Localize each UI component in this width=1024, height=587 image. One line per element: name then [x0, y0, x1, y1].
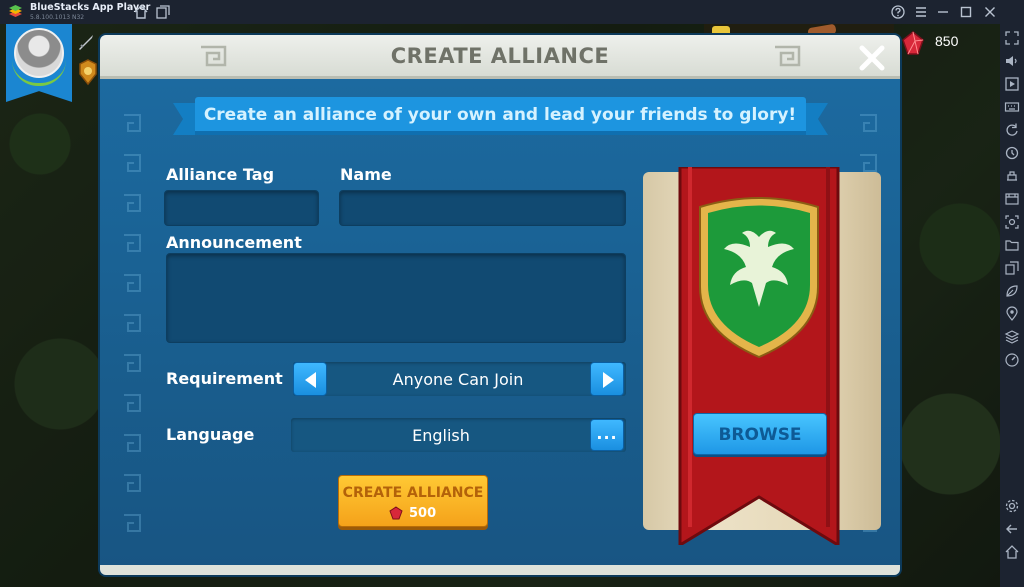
vip-medal-icon[interactable] — [76, 58, 100, 86]
help-icon[interactable] — [890, 4, 906, 20]
location-icon[interactable] — [1004, 306, 1020, 322]
home-icon[interactable] — [1004, 544, 1020, 560]
menu-icon[interactable] — [913, 4, 929, 20]
back-icon[interactable] — [1004, 521, 1020, 537]
app-version: 5.8.100.1013 N32 — [30, 14, 85, 21]
copy-icon[interactable] — [1004, 260, 1020, 276]
screen-record-icon[interactable] — [1004, 76, 1020, 92]
create-alliance-dialog: CREATE ALLIANCE Create an alliance of yo… — [100, 35, 900, 575]
requirement-next-button[interactable] — [590, 362, 624, 396]
home-icon[interactable] — [133, 4, 149, 20]
media-folder-icon[interactable] — [1004, 191, 1020, 207]
screenshot-icon[interactable] — [1004, 214, 1020, 230]
browse-button[interactable]: BROWSE — [693, 413, 827, 455]
alliance-banner — [678, 167, 840, 545]
settings-icon[interactable] — [1004, 498, 1020, 514]
bluestacks-window: 850 CREATE ALLIANCE Create an alliance o… — [0, 0, 1024, 587]
sword-icon[interactable] — [76, 32, 96, 52]
minimize-icon[interactable] — [935, 4, 951, 20]
bluestacks-logo-icon — [9, 5, 22, 17]
language-label: Language — [166, 425, 255, 444]
meander-ornament-icon — [124, 114, 141, 532]
create-alliance-cost: 500 — [409, 506, 437, 521]
fullscreen-icon[interactable] — [1004, 30, 1020, 46]
requirement-prev-button[interactable] — [293, 362, 327, 396]
language-more-button[interactable]: ... — [590, 419, 624, 451]
name-label: Name — [340, 165, 392, 184]
dialog-title: CREATE ALLIANCE — [390, 44, 610, 68]
eco-mode-icon[interactable] — [1004, 283, 1020, 299]
gem-count: 850 — [935, 33, 959, 49]
create-alliance-button-label: CREATE ALLIANCE — [342, 485, 484, 501]
close-icon — [859, 45, 885, 71]
browse-button-label: BROWSE — [718, 425, 802, 445]
multi-instance-icon[interactable] — [155, 4, 171, 20]
dialog-footer — [100, 565, 900, 575]
speed-icon[interactable] — [1004, 352, 1020, 368]
close-dialog-button[interactable] — [857, 43, 887, 73]
language-value: English — [412, 426, 470, 445]
keyboard-icon[interactable] — [1004, 99, 1020, 115]
folder-icon[interactable] — [1004, 237, 1020, 253]
alliance-tag-label: Alliance Tag — [166, 165, 275, 184]
announcement-label: Announcement — [166, 233, 302, 252]
requirement-value: Anyone Can Join — [392, 370, 524, 389]
close-icon[interactable] — [982, 4, 998, 20]
create-alliance-button[interactable]: CREATE ALLIANCE 500 — [338, 475, 488, 527]
gem-icon — [900, 30, 926, 56]
bluestacks-titlebar: BlueStacks App Player 5.8.100.1013 N32 — [0, 0, 1024, 24]
sync-icon[interactable] — [1004, 145, 1020, 161]
gem-icon — [389, 506, 403, 520]
build-apk-icon[interactable] — [1004, 168, 1020, 184]
dialog-subtitle: Create an alliance of your own and lead … — [203, 105, 797, 125]
maximize-icon[interactable] — [958, 4, 974, 20]
dialog-header: CREATE ALLIANCE — [100, 35, 900, 79]
arrow-left-icon — [305, 372, 316, 388]
bluestacks-sidebar — [1000, 24, 1024, 587]
alliance-tag-input[interactable] — [164, 190, 319, 226]
rotate-icon[interactable] — [1004, 122, 1020, 138]
more-dots-icon: ... — [596, 424, 618, 443]
volume-icon[interactable] — [1004, 53, 1020, 69]
requirement-label: Requirement — [166, 369, 283, 388]
announcement-textarea[interactable] — [166, 253, 626, 343]
arrow-right-icon — [603, 372, 614, 388]
alliance-name-input[interactable] — [339, 190, 626, 226]
layers-icon[interactable] — [1004, 329, 1020, 345]
